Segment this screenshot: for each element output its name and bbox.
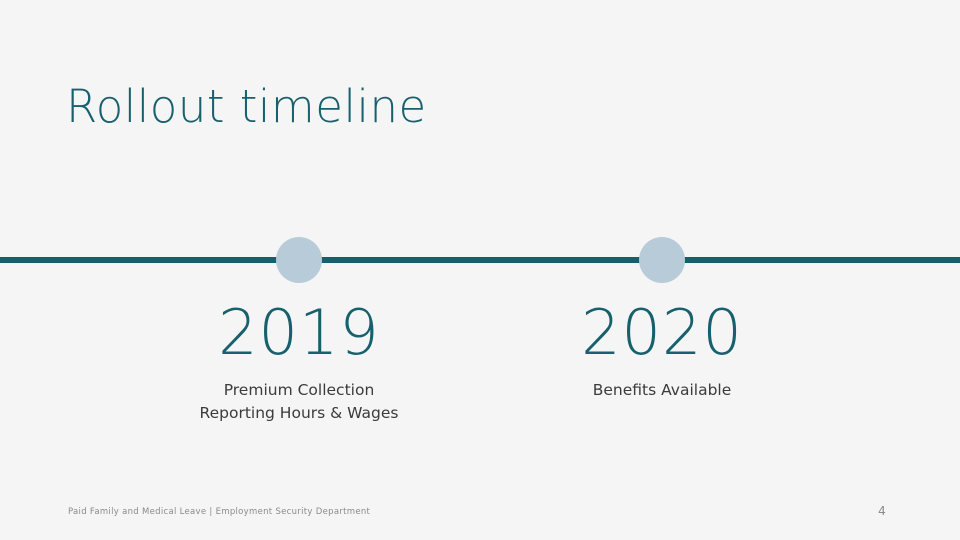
timeline-axis [0,257,960,263]
slide-canvas: Rollout timeline 2019 Premium Collection… [0,0,960,540]
timeline-milestone-2019: 2019 Premium Collection Reporting Hours … [149,300,449,424]
page-title: Rollout timeline [66,80,427,134]
footer-attribution: Paid Family and Medical Leave | Employme… [68,507,371,517]
milestone-caption-label: Premium Collection Reporting Hours & Wag… [199,381,399,422]
milestone-year-label: 2019 [218,296,380,369]
milestone-caption-label: Benefits Available [592,381,732,400]
footer-page-number: 4 [878,504,886,518]
timeline-milestone-2020: 2020 Benefits Available [512,300,812,402]
timeline-milestone-marker-2020 [639,237,685,283]
timeline-milestone-marker-2019 [276,237,322,283]
milestone-year-label: 2020 [581,296,743,369]
